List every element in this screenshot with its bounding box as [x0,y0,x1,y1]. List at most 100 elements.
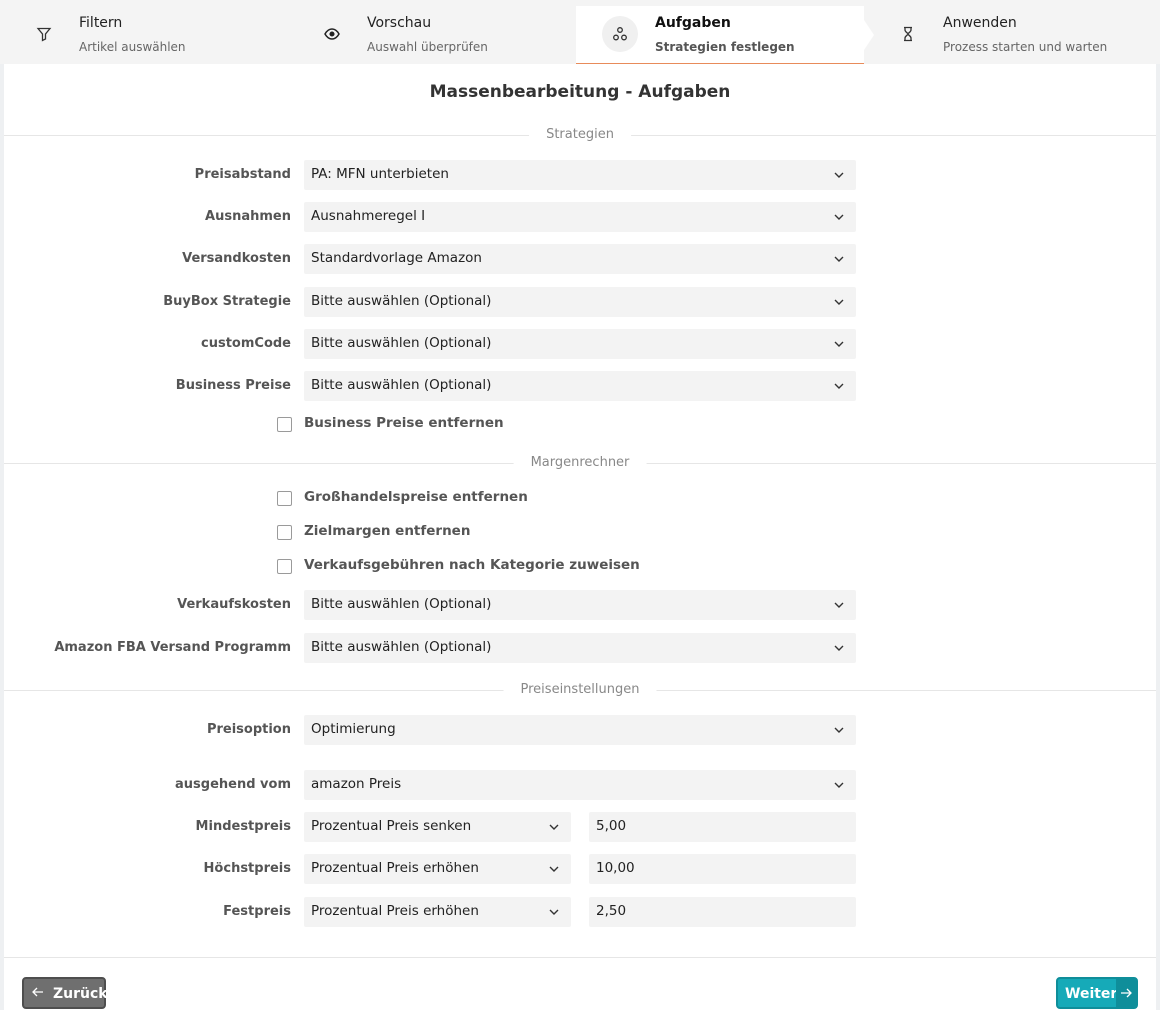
row-preisabstand: Preisabstand PA: MFN unterbieten [4,160,1156,190]
chevron-down-icon [834,383,844,389]
input-value: 10,00 [596,860,635,876]
hoechstpreis-mode-select[interactable]: Prozentual Preis erhöhen [304,854,571,884]
row-mindestpreis: Mindestpreis Prozentual Preis senken 5,0… [4,812,1156,842]
fees-by-category-option: Verkaufsgebühren nach Kategorie zuweisen [4,556,1156,576]
fees-by-category-checkbox[interactable] [277,559,292,574]
row-fba-programm: Amazon FBA Versand Programm Bitte auswäh… [4,633,1156,663]
step-title: Anwenden [943,15,1017,31]
back-button-label: Zurück [53,986,108,1002]
chevron-down-icon [549,824,559,830]
row-hoechstpreis: Höchstpreis Prozentual Preis erhöhen 10,… [4,854,1156,884]
business-remove-checkbox[interactable] [277,417,292,432]
step-subtitle: Auswahl überprüfen [367,40,488,54]
verkaufskosten-select[interactable]: Bitte auswählen (Optional) [304,590,856,620]
select-value: Standardvorlage Amazon [311,250,482,266]
chevron-down-icon [834,645,844,651]
step-title: Aufgaben [655,15,731,31]
chevron-down-icon [834,602,844,608]
business-remove-option: Business Preise entfernen [4,414,1156,434]
section-label: Preiseinstellungen [503,682,657,697]
row-festpreis: Festpreis Prozentual Preis erhöhen 2,50 [4,897,1156,927]
wholesale-remove-option: Großhandelspreise entfernen [4,488,1156,508]
select-value: PA: MFN unterbieten [311,166,449,182]
step-anwenden[interactable]: Anwenden Prozess starten und warten [864,6,1152,64]
checkbox-label: Business Preise entfernen [304,415,504,431]
select-value: Ausnahmeregel I [311,208,426,224]
field-label: Festpreis [223,904,291,919]
field-label: Preisoption [206,722,291,737]
select-value: Bitte auswählen (Optional) [311,335,492,351]
mindestpreis-mode-select[interactable]: Prozentual Preis senken [304,812,571,842]
chevron-down-icon [834,341,844,347]
chevron-down-icon [834,299,844,305]
select-value: Optimierung [311,721,396,737]
preisabstand-select[interactable]: PA: MFN unterbieten [304,160,856,190]
step-title: Filtern [79,15,123,31]
row-buybox: BuyBox Strategie Bitte auswählen (Option… [4,287,1156,317]
tasks-icon [602,16,638,52]
mindestpreis-amount-input[interactable]: 5,00 [589,812,856,842]
arrow-left-icon [32,987,43,997]
versandkosten-select[interactable]: Standardvorlage Amazon [304,244,856,274]
hoechstpreis-amount-input[interactable]: 10,00 [589,854,856,884]
arrow-right-icon [1116,979,1136,1007]
tasks-panel: Massenbearbeitung - Aufgaben Strategien … [4,64,1156,1010]
festpreis-mode-select[interactable]: Prozentual Preis erhöhen [304,897,571,927]
next-button-label: Weiter [1065,986,1118,1002]
chevron-down-icon [834,214,844,220]
step-aufgaben[interactable]: Aufgaben Strategien festlegen [576,6,874,64]
eye-icon [314,16,350,52]
row-versandkosten: Versandkosten Standardvorlage Amazon [4,244,1156,274]
hourglass-icon [890,16,926,52]
select-value: Prozentual Preis senken [311,818,472,834]
row-customcode: customCode Bitte auswählen (Optional) [4,329,1156,359]
fba-programm-select[interactable]: Bitte auswählen (Optional) [304,633,856,663]
page-title: Massenbearbeitung - Aufgaben [429,82,731,102]
buybox-select[interactable]: Bitte auswählen (Optional) [304,287,856,317]
chevron-down-icon [834,782,844,788]
row-business-preise: Business Preise Bitte auswählen (Optiona… [4,371,1156,401]
next-button[interactable]: Weiter [1056,977,1138,1009]
input-value: 2,50 [596,903,627,919]
chevron-down-icon [549,909,559,915]
field-label: Preisabstand [194,167,291,182]
wizard-stepper: Filtern Artikel auswählen Vorschau Auswa… [0,0,1160,64]
section-label: Margenrechner [513,455,647,470]
field-label: Mindestpreis [195,819,291,834]
step-subtitle: Strategien festlegen [655,40,795,54]
row-verkaufskosten: Verkaufskosten Bitte auswählen (Optional… [4,590,1156,620]
chevron-down-icon [834,727,844,733]
select-value: Prozentual Preis erhöhen [311,903,479,919]
back-button[interactable]: Zurück [22,977,108,1009]
filter-icon [26,16,62,52]
festpreis-amount-input[interactable]: 2,50 [589,897,856,927]
select-value: Prozentual Preis erhöhen [311,860,479,876]
ausgehend-select[interactable]: amazon Preis [304,770,856,800]
checkbox-label: Verkaufsgebühren nach Kategorie zuweisen [304,557,640,573]
select-value: Bitte auswählen (Optional) [311,377,492,393]
ausnahmen-select[interactable]: Ausnahmeregel I [304,202,856,232]
preisoption-select[interactable]: Optimierung [304,715,856,745]
step-filtern[interactable]: Filtern Artikel auswählen [0,6,288,64]
chevron-down-icon [549,866,559,872]
row-ausnahmen: Ausnahmen Ausnahmeregel I [4,202,1156,232]
section-margins: Margenrechner [4,455,1156,475]
target-margin-remove-option: Zielmargen entfernen [4,522,1156,542]
checkbox-label: Großhandelspreise entfernen [304,489,528,505]
field-label: Verkaufskosten [177,597,291,612]
business-preise-select[interactable]: Bitte auswählen (Optional) [304,371,856,401]
chevron-down-icon [834,172,844,178]
target-margin-remove-checkbox[interactable] [277,525,292,540]
step-title: Vorschau [367,15,432,31]
field-label: Business Preise [175,378,291,393]
step-subtitle: Prozess starten und warten [943,40,1108,54]
select-value: amazon Preis [311,776,402,792]
field-label: Versandkosten [182,251,291,266]
customcode-select[interactable]: Bitte auswählen (Optional) [304,329,856,359]
select-value: Bitte auswählen (Optional) [311,293,492,309]
select-value: Bitte auswählen (Optional) [311,639,492,655]
section-strategies: Strategien [4,127,1156,147]
step-vorschau[interactable]: Vorschau Auswahl überprüfen [288,6,576,64]
section-label: Strategien [529,127,631,142]
wholesale-remove-checkbox[interactable] [277,491,292,506]
